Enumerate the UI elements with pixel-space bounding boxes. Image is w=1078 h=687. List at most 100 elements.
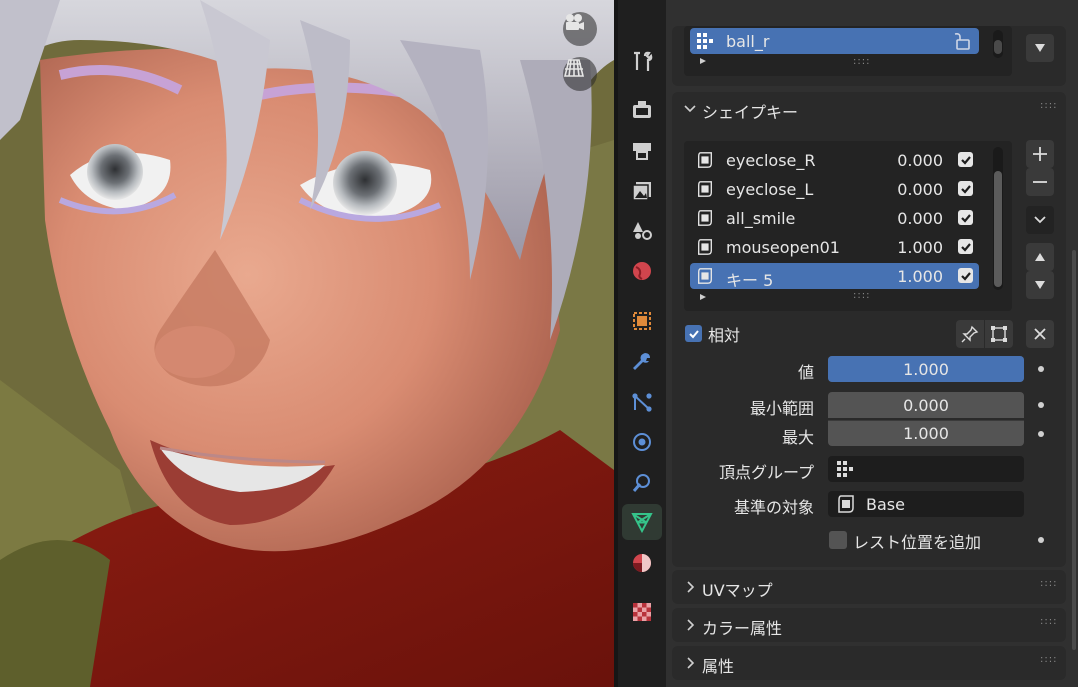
globe-icon xyxy=(633,262,651,280)
checkmark-icon xyxy=(960,271,971,281)
vertex-groups-scrollbar[interactable] xyxy=(993,30,1003,58)
shape-key-icon xyxy=(698,210,712,226)
shape-key-mute-checkbox[interactable] xyxy=(958,181,973,196)
shape-key-value[interactable]: 0.000 xyxy=(897,180,943,199)
shape-key-value[interactable]: 1.000 xyxy=(897,238,943,257)
perspective-toggle-button[interactable] xyxy=(563,57,597,91)
move-down-button[interactable] xyxy=(1026,34,1054,62)
list-resize-grip[interactable]: :::: xyxy=(853,56,870,67)
chevron-down-icon xyxy=(684,105,696,113)
pin-shape-key-button[interactable] xyxy=(956,320,984,348)
shape-key-icon xyxy=(698,239,712,255)
tool-tab[interactable] xyxy=(622,44,662,80)
shape-key-specials-button[interactable] xyxy=(1026,206,1054,234)
shape-key-icon xyxy=(698,181,712,197)
checker-texture-icon xyxy=(633,603,651,621)
keyframe-dot[interactable] xyxy=(1038,431,1044,437)
clear-shape-key-button[interactable] xyxy=(1026,320,1054,348)
object-tab[interactable] xyxy=(622,303,662,339)
edit-mode-icon xyxy=(991,326,1007,342)
max-field[interactable]: 1.000 xyxy=(828,420,1024,446)
add-shape-key-button[interactable] xyxy=(1026,140,1054,168)
color-attributes-header[interactable]: カラー属性 :::: xyxy=(672,608,1066,642)
edit-mode-shape-button[interactable] xyxy=(985,320,1013,348)
keyframe-dot[interactable] xyxy=(1038,402,1044,408)
min-range-value: 0.000 xyxy=(903,395,949,415)
checkmark-icon xyxy=(960,213,971,223)
uv-maps-header[interactable]: UVマップ :::: xyxy=(672,570,1066,604)
vertex-group-item[interactable]: ball_r xyxy=(690,28,979,54)
expand-filter-icon[interactable] xyxy=(700,58,706,64)
camera-icon xyxy=(566,14,584,30)
expand-filter-icon[interactable] xyxy=(700,294,706,300)
relative-to-field[interactable]: Base xyxy=(828,491,1024,517)
properties-tabs xyxy=(618,0,666,687)
unlock-icon[interactable] xyxy=(951,32,973,50)
material-tab[interactable] xyxy=(622,545,662,581)
relative-label: 相対 xyxy=(708,326,741,345)
keyframe-dot[interactable] xyxy=(1038,537,1044,543)
shape-key-icon xyxy=(698,152,712,168)
panel-drag-grip[interactable]: :::: xyxy=(1040,578,1057,589)
chevron-down-icon xyxy=(1034,216,1046,224)
panel-drag-grip[interactable]: :::: xyxy=(1040,616,1057,627)
output-tab[interactable] xyxy=(622,133,662,169)
shape-key-item[interactable]: eyeclose_R 0.000 xyxy=(690,147,979,173)
triangle-up-icon xyxy=(1035,253,1045,261)
vertex-group-field[interactable] xyxy=(828,456,1024,482)
move-shape-key-down-button[interactable] xyxy=(1026,271,1054,299)
shape-key-mute-checkbox[interactable] xyxy=(958,152,973,167)
chevron-right-icon xyxy=(687,657,695,669)
vertex-group-name: ball_r xyxy=(726,32,770,51)
value-slider[interactable]: 1.000 xyxy=(828,356,1024,382)
move-shape-key-up-button[interactable] xyxy=(1026,243,1054,271)
checkmark-icon xyxy=(960,155,971,165)
constraints-tab[interactable] xyxy=(622,465,662,501)
camera-view-button[interactable] xyxy=(563,12,597,46)
shape-keys-header[interactable]: シェイプキー :::: xyxy=(672,92,1066,126)
shape-key-value[interactable]: 0.000 xyxy=(897,151,943,170)
view-layer-tab[interactable] xyxy=(622,173,662,209)
world-tab[interactable] xyxy=(622,253,662,289)
panel-drag-grip[interactable]: :::: xyxy=(1040,654,1057,665)
min-range-field[interactable]: 0.000 xyxy=(828,392,1024,418)
particles-icon xyxy=(632,393,652,412)
remove-shape-key-button[interactable] xyxy=(1026,168,1054,196)
shape-key-name: eyeclose_R xyxy=(726,151,816,170)
shape-key-value[interactable]: 1.000 xyxy=(897,267,943,286)
shape-key-mute-checkbox[interactable] xyxy=(958,239,973,254)
shape-keys-scrollbar[interactable] xyxy=(993,147,1003,290)
rest-position-label: レスト位置を追加 xyxy=(853,533,982,552)
checkmark-icon xyxy=(960,184,971,194)
shape-key-item[interactable]: mouseopen01 1.000 xyxy=(690,234,979,260)
shape-key-item[interactable]: eyeclose_L 0.000 xyxy=(690,176,979,202)
rest-position-checkbox[interactable] xyxy=(829,531,847,549)
image-stack-icon xyxy=(632,182,651,201)
shape-key-item[interactable]: all_smile 0.000 xyxy=(690,205,979,231)
plus-icon xyxy=(1033,147,1047,161)
value-label: 値 xyxy=(797,363,814,382)
max-label: 最大 xyxy=(781,428,814,447)
shape-key-item[interactable]: キー 5 1.000 xyxy=(690,263,979,290)
panel-drag-grip[interactable]: :::: xyxy=(1040,100,1057,111)
shape-key-icon xyxy=(838,495,854,513)
relative-checkbox[interactable] xyxy=(685,325,702,342)
shape-key-mute-checkbox[interactable] xyxy=(958,210,973,225)
3d-viewport[interactable] xyxy=(0,0,614,687)
printer-icon xyxy=(633,143,651,160)
modifier-tab[interactable] xyxy=(622,344,662,380)
particles-tab[interactable] xyxy=(622,384,662,420)
list-resize-grip[interactable]: :::: xyxy=(853,290,870,301)
camera-back-icon xyxy=(633,101,651,118)
shape-key-value[interactable]: 0.000 xyxy=(897,209,943,228)
attributes-header[interactable]: 属性 :::: xyxy=(672,646,1066,680)
panel-scrollbar[interactable] xyxy=(1072,250,1076,650)
data-tab[interactable] xyxy=(622,504,662,540)
physics-tab[interactable] xyxy=(622,424,662,460)
value-text: 1.000 xyxy=(903,359,949,379)
shape-key-mute-checkbox[interactable] xyxy=(958,268,973,283)
scene-tab[interactable] xyxy=(622,212,662,248)
render-tab[interactable] xyxy=(622,92,662,128)
texture-tab[interactable] xyxy=(622,594,662,630)
keyframe-dot[interactable] xyxy=(1038,366,1044,372)
